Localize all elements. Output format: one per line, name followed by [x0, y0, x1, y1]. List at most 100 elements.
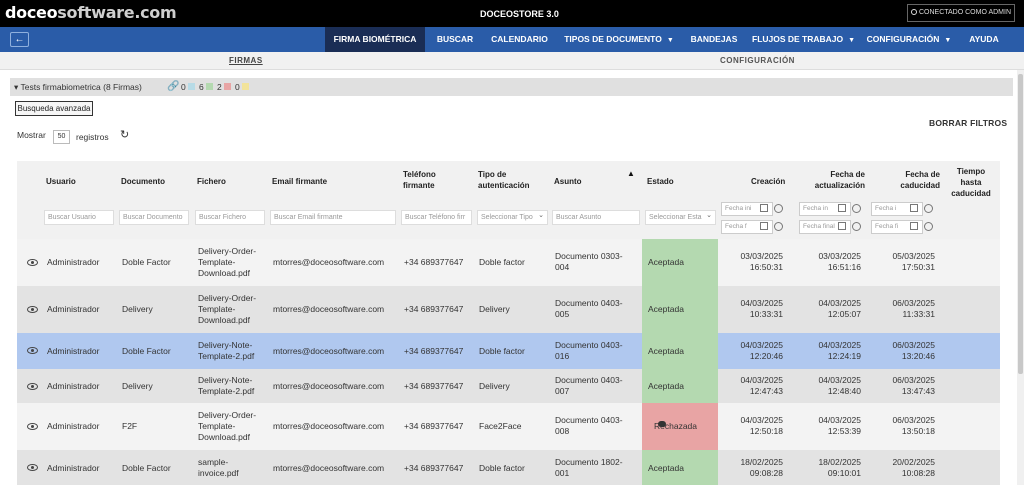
clear-filters-button[interactable]: BORRAR FILTROS: [929, 118, 1007, 128]
advanced-search-button[interactable]: Busqueda avanzada: [15, 101, 93, 116]
clock-icon[interactable]: [774, 222, 783, 231]
col-caducidad[interactable]: Fecha de caducidad: [877, 169, 940, 191]
cell-telefono: +34 689377647: [404, 421, 464, 431]
nav-firma-biometrica[interactable]: FIRMA BIOMÉTRICA: [325, 27, 425, 52]
clock-icon[interactable]: [924, 222, 933, 231]
count-rejected: 2: [217, 82, 222, 92]
nav-ayuda[interactable]: AYUDA: [964, 27, 1004, 52]
col-creacion[interactable]: Creación: [751, 176, 785, 187]
nav-calendario[interactable]: CALENDARIO: [487, 27, 552, 52]
brand-logo[interactable]: doceosoftware.com: [5, 3, 177, 22]
table-row[interactable]: Administrador Delivery Delivery-Note- Te…: [17, 369, 1000, 403]
clock-icon[interactable]: [852, 222, 861, 231]
col-tiempo[interactable]: Tiempo hasta caducidad: [947, 166, 995, 199]
cell-actualizacion: 03/03/2025 16:51:16: [818, 251, 861, 272]
cell-documento: Delivery: [122, 304, 153, 314]
calendar-icon[interactable]: [838, 222, 846, 230]
col-usuario[interactable]: Usuario: [46, 176, 76, 187]
clock-icon[interactable]: [852, 204, 861, 213]
col-actualizacion[interactable]: Fecha de actualización: [799, 169, 865, 191]
cell-fichero: Delivery-Order- Template- Download.pdf: [198, 293, 257, 325]
view-eye-icon[interactable]: [27, 306, 38, 313]
clock-icon[interactable]: [774, 204, 783, 213]
top-bar: doceosoftware.com DOCEOSTORE 3.0 CONECTA…: [0, 0, 1024, 27]
cell-creacion: 18/02/2025 09:08:28: [740, 457, 783, 478]
nav-bandejas[interactable]: BANDEJAS: [687, 27, 741, 52]
clock-icon[interactable]: [924, 204, 933, 213]
table-row[interactable]: Administrador Doble Factor sample- invoi…: [17, 450, 1000, 485]
filter-fichero[interactable]: Buscar Fichero: [195, 210, 265, 225]
filter-usuario[interactable]: Buscar Usuario: [44, 210, 114, 225]
cell-usuario: Administrador: [47, 421, 100, 431]
table-row[interactable]: Administrador Delivery Delivery-Order- T…: [17, 286, 1000, 333]
chevron-down-icon: ▼: [666, 37, 674, 44]
vertical-scrollbar[interactable]: [1017, 70, 1024, 485]
tab-configuracion[interactable]: CONFIGURACIÓN: [720, 56, 795, 65]
col-telefono[interactable]: Teléfono firmante: [403, 169, 436, 191]
connected-user-button[interactable]: CONECTADO COMO ADMIN: [907, 4, 1015, 22]
cell-fichero: Delivery-Order- Template- Download.pdf: [198, 246, 257, 278]
back-button[interactable]: ←: [10, 32, 29, 47]
tab-firmas[interactable]: FIRMAS: [229, 56, 263, 65]
comment-bubble-icon[interactable]: [658, 421, 666, 427]
cell-documento: Doble Factor: [122, 257, 171, 267]
view-eye-icon[interactable]: [27, 423, 38, 430]
col-documento[interactable]: Documento: [121, 176, 165, 187]
page-size-select[interactable]: 50: [53, 130, 70, 144]
status-swatch-expired: [242, 83, 249, 90]
col-asunto[interactable]: Asunto: [554, 176, 582, 187]
calendar-icon[interactable]: [910, 204, 918, 212]
status-badge: Rechazada: [642, 403, 718, 450]
col-email[interactable]: Email firmante: [272, 176, 327, 187]
filter-tipo-select[interactable]: Seleccionar Tipo: [477, 210, 548, 225]
filter-email[interactable]: Buscar Email firmante: [270, 210, 396, 225]
nav-buscar[interactable]: BUSCAR: [430, 27, 480, 52]
filter-telefono[interactable]: Buscar Teléfono firr: [401, 210, 472, 225]
nav-tipos-documento[interactable]: TIPOS DE DOCUMENTO ▼: [564, 27, 674, 52]
cell-actualizacion: 04/03/2025 12:53:39: [818, 415, 861, 436]
cell-tipo: Delivery: [479, 304, 510, 314]
col-estado[interactable]: Estado: [647, 176, 674, 187]
calendar-icon[interactable]: [910, 222, 918, 230]
nav-flujos-trabajo[interactable]: FLUJOS DE TRABAJO ▼: [752, 27, 856, 52]
filter-estado-select[interactable]: Seleccionar Esta: [645, 210, 716, 225]
table-row-selected[interactable]: Administrador Doble Factor Delivery-Note…: [17, 333, 1000, 369]
view-eye-icon[interactable]: [27, 347, 38, 354]
cell-actualizacion: 04/03/2025 12:24:19: [818, 340, 861, 361]
filter-asunto[interactable]: Buscar Asunto: [552, 210, 640, 225]
view-eye-icon[interactable]: [27, 259, 38, 266]
arrow-left-icon: ←: [14, 34, 25, 45]
chevron-down-icon: ▼: [848, 37, 856, 44]
cell-caducidad: 06/03/2025 13:47:43: [892, 375, 935, 396]
cell-tipo: Delivery: [479, 381, 510, 391]
tests-collapsible-header[interactable]: ▾ Tests firmabiometrica (8 Firmas) 🔗 0 6…: [10, 78, 1013, 96]
tests-title: ▾ Tests firmabiometrica (8 Firmas): [14, 82, 142, 92]
status-badge: Aceptada: [642, 239, 718, 286]
main-nav: ← FIRMA BIOMÉTRICA BUSCAR CALENDARIO TIP…: [0, 27, 1024, 52]
col-fichero[interactable]: Fichero: [197, 176, 226, 187]
cell-usuario: Administrador: [47, 463, 100, 473]
view-eye-icon[interactable]: [27, 464, 38, 471]
calendar-icon[interactable]: [760, 204, 768, 212]
cell-asunto: Documento 0403- 007: [555, 375, 623, 396]
refresh-icon[interactable]: ↻: [120, 128, 129, 141]
filter-documento[interactable]: Buscar Documento: [119, 210, 189, 225]
cell-email: mtorres@doceosoftware.com: [273, 346, 385, 356]
scrollbar-thumb[interactable]: [1018, 74, 1023, 374]
cell-asunto: Documento 1802- 001: [555, 457, 623, 478]
view-eye-icon[interactable]: [27, 383, 38, 390]
calendar-icon[interactable]: [760, 222, 768, 230]
cell-creacion: 04/03/2025 10:33:31: [740, 298, 783, 319]
count-accepted: 6: [199, 82, 204, 92]
calendar-icon[interactable]: [838, 204, 846, 212]
cell-documento: Doble Factor: [122, 463, 171, 473]
cell-email: mtorres@doceosoftware.com: [273, 257, 385, 267]
sort-asc-icon[interactable]: ▲: [627, 169, 635, 178]
table-row[interactable]: Administrador F2F Delivery-Order- Templa…: [17, 403, 1000, 450]
nav-configuracion[interactable]: CONFIGURACIÓN ▼: [864, 27, 954, 52]
table-row[interactable]: Administrador Doble Factor Delivery-Orde…: [17, 239, 1000, 286]
col-tipo[interactable]: Tipo de autenticación: [478, 169, 530, 191]
cell-creacion: 04/03/2025 12:50:18: [740, 415, 783, 436]
cell-asunto: Documento 0403- 005: [555, 298, 623, 319]
cell-caducidad: 05/03/2025 17:50:31: [892, 251, 935, 272]
